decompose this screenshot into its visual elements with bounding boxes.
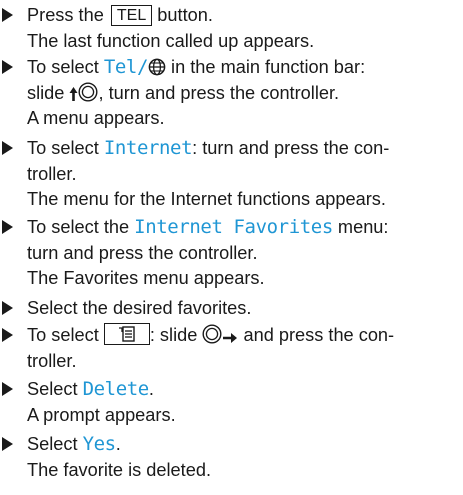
step-7-text-b: . xyxy=(148,379,154,399)
step-2: To select Tel/ in the main function bar:… xyxy=(0,55,460,132)
bullet-arrow-icon xyxy=(2,437,13,451)
instruction-list: Press the TEL button. The last function … xyxy=(0,0,463,495)
menu-item-internet: Internet xyxy=(103,137,193,159)
step-7: Select Delete. A prompt appears. xyxy=(0,377,460,428)
step-2-result: A menu appears. xyxy=(27,108,165,128)
step-2-text-d: , turn and press the controller. xyxy=(98,82,340,103)
up-arrow-icon xyxy=(69,86,78,101)
step-4-text-a: To select the xyxy=(27,217,135,237)
step-3: To select Internet: turn and press the c… xyxy=(0,136,460,213)
globe-icon xyxy=(148,58,166,76)
step-6-text-b: : slide xyxy=(149,325,203,345)
tel-key: TEL xyxy=(110,5,153,26)
step-6-text-c: and press the con- xyxy=(238,325,395,345)
step-5-text-a: Select the desired favorites. xyxy=(27,298,252,318)
step-7-text-a: Select xyxy=(27,379,83,399)
controller-icon xyxy=(202,324,222,344)
step-8-text-b: . xyxy=(115,434,121,454)
right-arrow-icon xyxy=(223,333,238,343)
step-8-text-a: Select xyxy=(27,434,83,454)
bullet-arrow-icon xyxy=(2,328,13,342)
bullet-arrow-icon xyxy=(2,60,13,74)
menu-item-yes: Yes xyxy=(82,433,117,455)
step-2-text-b: in the main function bar: xyxy=(165,57,366,77)
menu-item-internet-favorites: Internet Favorites xyxy=(134,216,333,238)
step-2-text-a: To select xyxy=(27,57,104,77)
step-4-result: The Favorites menu appears. xyxy=(27,268,265,288)
step-4: To select the Internet Favorites menu: t… xyxy=(0,215,460,292)
bullet-arrow-icon xyxy=(2,8,13,22)
step-1: Press the TEL button. The last function … xyxy=(0,3,460,54)
step-6: To select : slide and press the con- tro… xyxy=(0,323,460,374)
bullet-arrow-icon xyxy=(2,301,13,315)
step-3-text-c: troller. xyxy=(27,163,77,184)
controller-icon xyxy=(78,81,98,102)
step-6-text-d: troller. xyxy=(27,350,77,371)
step-1-text-a: Press the xyxy=(27,5,109,25)
bullet-arrow-icon xyxy=(2,382,13,396)
step-4-text-c: turn and press the controller. xyxy=(27,242,258,263)
step-6-text-a: To select xyxy=(27,325,104,345)
bullet-arrow-icon xyxy=(2,141,13,155)
step-5: Select the desired favorites. xyxy=(0,296,460,322)
step-1-text-b: button. xyxy=(152,5,213,25)
step-3-text-a: To select xyxy=(27,138,104,158)
step-8: Select Yes. The favorite is deleted. xyxy=(0,432,460,483)
step-8-result: The favorite is deleted. xyxy=(27,459,211,480)
bullet-arrow-icon xyxy=(2,220,13,234)
menu-list-icon xyxy=(103,323,150,345)
step-1-result: The last function called up appears. xyxy=(27,30,315,51)
step-2-text-c: slide xyxy=(27,82,70,103)
step-7-result: A prompt appears. xyxy=(27,404,176,425)
menu-item-tel: Tel/ xyxy=(103,56,149,78)
step-3-result: The menu for the Internet functions appe… xyxy=(27,189,386,209)
step-3-text-b: : turn and press the con- xyxy=(192,138,390,158)
menu-item-delete: Delete xyxy=(82,378,150,400)
step-4-text-b: menu: xyxy=(332,217,389,237)
